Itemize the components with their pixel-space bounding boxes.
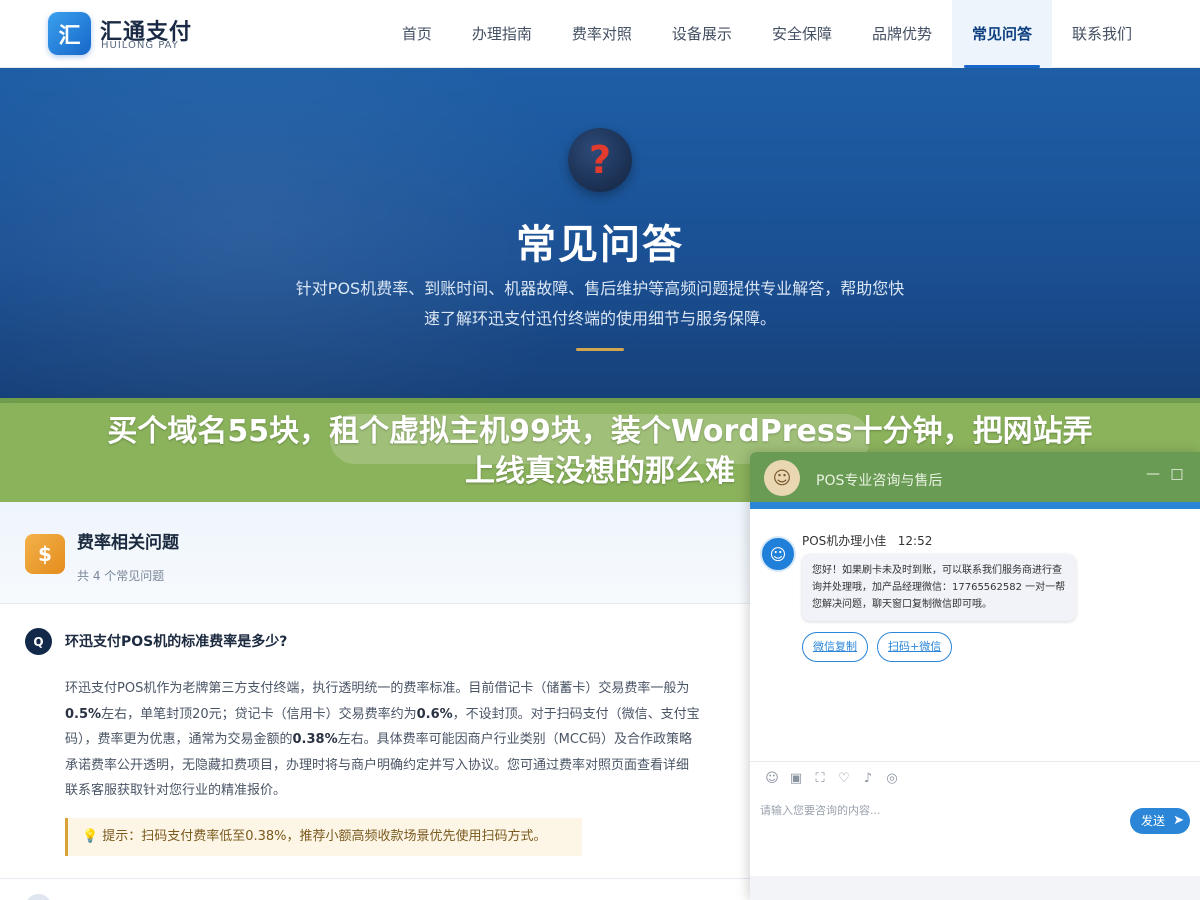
support-avatar-icon: ☺ [764,460,800,496]
hero-banner: ? 常见问答 针对POS机费率、到账时间、机器故障、售后维护等高频问题提供专业解… [0,68,1200,403]
brand-logo-icon[interactable]: 汇 [48,12,91,55]
quick-reply-copy-wechat[interactable]: 微信复制 [802,632,868,662]
page-title: 常见问答 [516,222,684,268]
money-bag-icon: $ [25,534,65,574]
chat-input[interactable] [760,798,1120,822]
category-header[interactable]: $ 费率相关问题 共 4 个常见问题 [0,502,760,604]
overlay-text-line: 买个域名55块，租个虚拟主机99块，装个WordPress十分钟，把网站弄 [107,414,1093,449]
brand-subtitle: HUILONG PAY [101,40,179,51]
agent-avatar-icon: ☺ [760,536,796,572]
page-description: 针对POS机费率、到账时间、机器故障、售后维护等高频问题提供专业解答，帮助您快 … [270,274,930,334]
answer-line: 环迅支付POS机作为老牌第三方支付终端，执行透明统一的费率标准。目前借记卡（储蓄… [65,681,690,696]
message-time: 12:52 [897,534,933,548]
nav-faq[interactable]: 常见问答 [951,0,1052,68]
chat-widget: ☺ POS专业咨询与售后 — □ ☺ POS机办理小佳 12:52 您好！如果刷… [750,452,1200,900]
emoji-icon[interactable]: ☺ [760,770,784,788]
answer-span: 左右，单笔封顶20元；贷记卡（信用卡）交易费率约为 [101,706,417,722]
chat-footer [750,876,1200,900]
answer-line: 码），费率更为优惠，通常为交易金额的0.38%左右。具体费率可能因商户行业类别（… [65,727,755,753]
nav-rates[interactable]: 费率对照 [552,0,652,68]
screenshot-icon[interactable]: ⛶ [808,770,832,788]
rate-highlight: 0.38% [292,732,338,747]
nav-guide[interactable]: 办理指南 [452,0,552,68]
answer-line: 0.5%左右，单笔封顶20元；贷记卡（信用卡）交易费率约为0.6%，不设封顶。对… [65,702,755,728]
category-title: 费率相关问题 [77,533,179,553]
page-description-line: 速了解环迅支付迅付终端的使用细节与服务保障。 [423,309,776,328]
chat-title: POS专业咨询与售后 [816,473,943,489]
chat-divider [750,761,1200,762]
question-badge: Q [25,628,52,655]
rate-highlight: 0.6% [416,706,453,722]
site-header: 汇 汇通支付 HUILONG PAY 首页 办理指南 费率对照 设备展示 安全保… [0,0,1200,68]
question-mark-glyph: ? [588,138,612,182]
next-question-badge [25,894,52,900]
answer-line: 承诺费率公开透明，无隐藏扣费项目，办理时将与商户明确约定并写入协议。您可通过费率… [65,757,690,773]
answer-span: 左右。具体费率可能因商户行业类别（MCC码）及合作政策略 [337,732,692,747]
page-description-line: 针对POS机费率、到账时间、机器故障、售后维护等高频问题提供专业解答，帮助您快 [295,279,905,298]
nav-home[interactable]: 首页 [382,0,452,68]
tip-text: 提示：扫码支付费率低至0.38%，推荐小额高频收款场景优先使用扫码方式。 [102,829,547,844]
quick-reply-scan-wechat[interactable]: 扫码+微信 [877,632,953,662]
nav-contact[interactable]: 联系我们 [1052,0,1152,68]
agent-message: 您好！如果刷卡未及时到账，可以联系我们服务商进行查询并处理哦，加产品经理微信：1… [802,554,1076,621]
send-button[interactable]: 发送 ➤ [1130,808,1190,834]
answer-line: 联系客服获取针对您行业的精准报价。 [65,783,287,798]
agent-meta: POS机办理小佳 12:52 [802,532,932,549]
answer-span: 码），费率更为优惠，通常为交易金额的 [65,732,293,747]
main-nav: 首页 办理指南 费率对照 设备展示 安全保障 品牌优势 常见问答 联系我们 [382,0,1152,68]
minimize-icon[interactable]: — [1143,464,1163,484]
send-label: 发送 [1141,814,1166,828]
image-icon[interactable]: ▣ [784,770,808,788]
tip-box: 💡 提示：扫码支付费率低至0.38%，推荐小额高频收款场景优先使用扫码方式。 [65,818,582,856]
question-title[interactable]: 环迅支付POS机的标准费率是多少? [65,631,287,651]
send-arrow-icon: ➤ [1173,813,1184,828]
question-mark-icon: ? [568,128,632,192]
chat-toolbar: ☺ ▣ ⛶ ♡ ♪ ◎ [760,770,904,788]
nav-brand[interactable]: 品牌优势 [852,0,952,68]
agent-name: POS机办理小佳 [802,534,887,548]
chat-header[interactable]: ☺ POS专业咨询与售后 — □ [750,452,1200,502]
rating-icon[interactable]: ♡ [832,770,856,788]
rate-highlight: 0.5% [65,706,102,722]
volume-icon[interactable]: ♪ [856,770,880,788]
question-divider [0,878,760,879]
answer-text: 环迅支付POS机作为老牌第三方支付终端，执行透明统一的费率标准。目前借记卡（储蓄… [65,676,755,804]
category-count: 共 4 个常见问题 [77,569,165,583]
wechat-icon[interactable]: ◎ [880,770,904,788]
nav-security[interactable]: 安全保障 [752,0,852,68]
maximize-icon[interactable]: □ [1167,464,1187,484]
title-underline [576,348,624,351]
nav-devices[interactable]: 设备展示 [652,0,752,68]
chat-header-accent [750,502,1200,509]
answer-span: ，不设封顶。对于扫码支付（微信、支付宝 [452,706,700,722]
lightbulb-icon: 💡 [82,829,99,844]
faq-panel: $ 费率相关问题 共 4 个常见问题 Q 环迅支付POS机的标准费率是多少? 环… [0,502,760,900]
